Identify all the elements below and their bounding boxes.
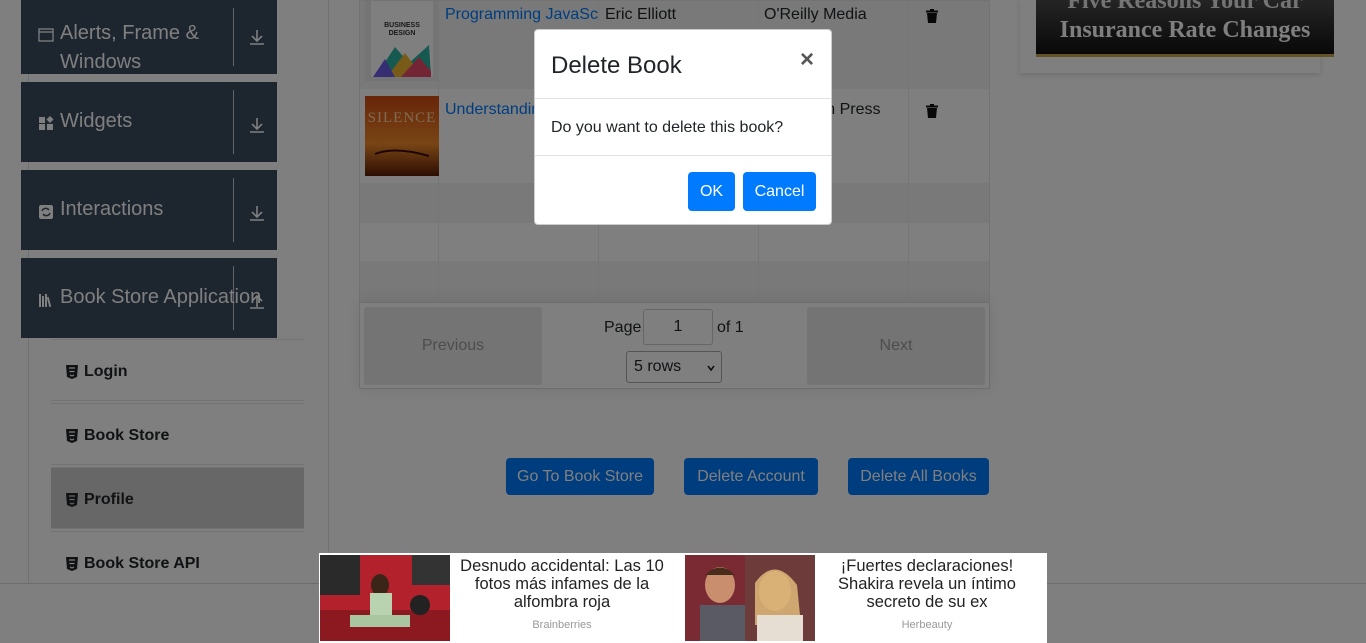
ok-button[interactable]: OK bbox=[688, 172, 735, 211]
ad-item[interactable]: Desnudo accidental: Las 10 fotos más inf… bbox=[319, 553, 681, 643]
modal-body-text: Do you want to delete this book? bbox=[551, 119, 784, 136]
delete-book-modal: Delete Book × Do you want to delete this… bbox=[534, 29, 832, 225]
modal-header: Delete Book × bbox=[535, 30, 831, 99]
ad-source: Brainberries bbox=[532, 619, 592, 631]
ad-headline[interactable]: ¡Fuertes declaraciones! Shakira revela u… bbox=[816, 557, 1038, 611]
cancel-button[interactable]: Cancel bbox=[743, 172, 816, 211]
bottom-ad[interactable]: Desnudo accidental: Las 10 fotos más inf… bbox=[319, 553, 1047, 643]
ad-headline[interactable]: Desnudo accidental: Las 10 fotos más inf… bbox=[451, 557, 673, 611]
modal-footer: OK Cancel bbox=[535, 155, 831, 225]
close-icon[interactable]: × bbox=[800, 48, 814, 72]
ad-source: Herbeauty bbox=[901, 619, 953, 631]
ad-thumbnail-image bbox=[320, 555, 450, 641]
modal-title: Delete Book bbox=[551, 52, 682, 79]
ad-item[interactable]: ¡Fuertes declaraciones! Shakira revela u… bbox=[684, 553, 1046, 643]
ad-thumbnail-image bbox=[685, 555, 815, 641]
